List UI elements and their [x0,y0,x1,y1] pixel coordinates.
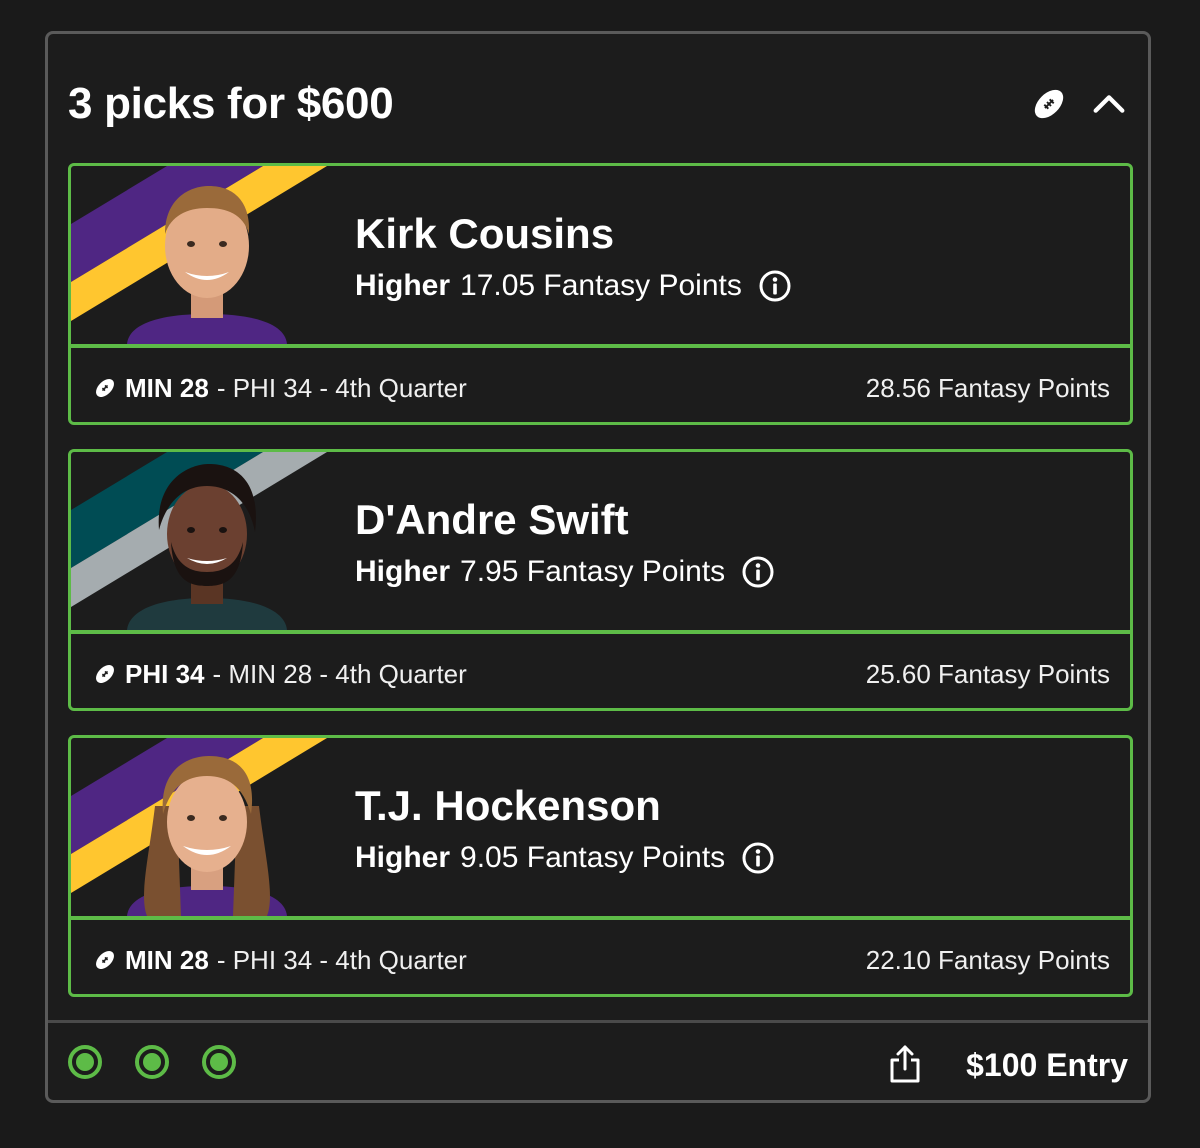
pick-player-section: T.J. Hockenson Higher 9.05 Fantasy Point… [71,738,1130,916]
header-icons [1030,82,1128,126]
pick-status-dot [202,1045,236,1079]
game-status: PHI 34 - MIN 28 - 4th Quarter [93,654,467,694]
pick-status-dot [135,1045,169,1079]
game-info: - PHI 34 - 4th Quarter [216,373,467,403]
game-status: MIN 28 - PHI 34 - 4th Quarter [93,940,467,980]
info-icon[interactable] [741,841,775,875]
pick-projection: Higher 17.05 Fantasy Points [355,266,792,306]
football-icon [96,951,114,969]
actual-result: 28.56 Fantasy Points [865,373,1110,403]
pick-line-value: 9.05 Fantasy Points [460,841,726,874]
football-icon [96,665,114,683]
player-headshot [127,756,287,916]
pick-game-section: MIN 28 - PHI 34 - 4th Quarter 22.10 Fant… [71,920,1130,994]
info-icon[interactable] [758,269,792,303]
info-icon[interactable] [741,555,775,589]
team-score: MIN 28 [125,373,209,403]
entry-amount: $100 Entry [966,1047,1128,1083]
share-icon[interactable] [888,1043,922,1085]
entry-card: 3 picks for $600 Kirk Cousins Higher 17.… [45,31,1151,1103]
entry-footer: $100 Entry [48,1023,1148,1103]
player-headshot [127,186,287,344]
game-info: - MIN 28 - 4th Quarter [212,659,467,689]
pick-direction: Higher [355,555,451,588]
football-icon [96,379,114,397]
pick-projection: Higher 9.05 Fantasy Points [355,838,775,878]
pick-line-value: 7.95 Fantasy Points [460,555,726,588]
entry-title: 3 picks for $600 [68,79,394,128]
player-headshot [127,464,287,630]
pick-line-value: 17.05 Fantasy Points [460,269,742,302]
pick-game-section: PHI 34 - MIN 28 - 4th Quarter 25.60 Fant… [71,634,1130,708]
pick-status-dot [68,1045,102,1079]
pick-direction: Higher [355,841,451,874]
game-status: MIN 28 - PHI 34 - 4th Quarter [93,368,467,408]
pick-player-section: Kirk Cousins Higher 17.05 Fantasy Points [71,166,1130,344]
pick-status-dots [68,1045,236,1079]
game-info: - PHI 34 - 4th Quarter [216,945,467,975]
pick-card[interactable]: D'Andre Swift Higher 7.95 Fantasy Points [68,449,1133,711]
actual-result: 25.60 Fantasy Points [865,659,1110,689]
pick-direction: Higher [355,269,451,302]
team-score: PHI 34 [125,659,205,689]
pick-player-section: D'Andre Swift Higher 7.95 Fantasy Points [71,452,1130,630]
pick-card[interactable]: T.J. Hockenson Higher 9.05 Fantasy Point… [68,735,1133,997]
pick-card[interactable]: Kirk Cousins Higher 17.05 Fantasy Points [68,163,1133,425]
player-name: D'Andre Swift [355,496,629,543]
player-name: T.J. Hockenson [355,782,661,829]
player-name: Kirk Cousins [355,210,615,257]
actual-result: 22.10 Fantasy Points [865,945,1110,975]
pick-projection: Higher 7.95 Fantasy Points [355,552,775,592]
chevron-up-icon[interactable] [1090,85,1128,123]
team-score: MIN 28 [125,945,209,975]
entry-header: 3 picks for $600 [68,78,1128,130]
football-icon [1034,89,1064,119]
pick-game-section: MIN 28 - PHI 34 - 4th Quarter 28.56 Fant… [71,348,1130,422]
